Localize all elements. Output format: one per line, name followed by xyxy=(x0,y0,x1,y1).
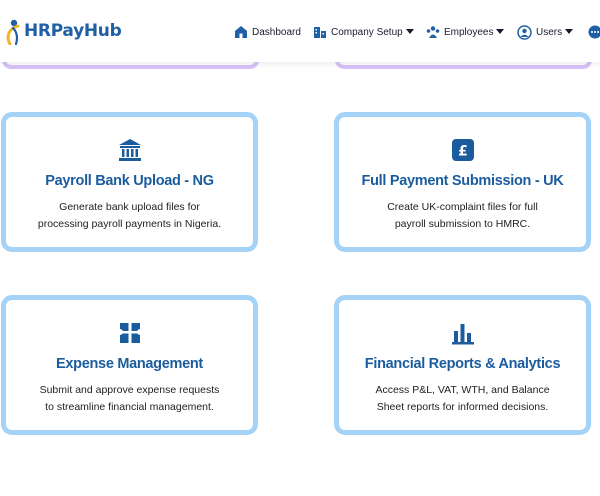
nav-dashboard[interactable]: Dashboard xyxy=(234,22,301,42)
svg-text:£: £ xyxy=(458,144,468,160)
card-payroll-bank-upload[interactable]: Payroll Bank Upload - NG Generate bank u… xyxy=(1,112,258,252)
card-desc-line: processing payroll payments in Nigeria. xyxy=(37,218,222,230)
logo-person-icon xyxy=(4,17,22,46)
card-title: Full Payment Submission - UK xyxy=(361,173,564,189)
card-desc-line: to streamline financial management. xyxy=(45,401,214,413)
card-desc-line: Generate bank upload files for xyxy=(59,201,200,213)
nav-users[interactable]: Users xyxy=(517,22,574,42)
nav-dashboard-label: Dashboard xyxy=(252,26,301,38)
card-title: Payroll Bank Upload - NG xyxy=(45,173,214,189)
bar-chart-icon xyxy=(450,320,476,346)
top-navbar: HRPayHub Dashboard Company Setup Employe… xyxy=(0,0,600,62)
card-expense-management[interactable]: Expense Management Submit and approve ex… xyxy=(1,295,258,435)
chevron-down-icon xyxy=(405,29,414,35)
card-desc-line: Create UK-complaint files for full xyxy=(387,201,538,213)
card-desc-line: payroll submission to HMRC. xyxy=(394,218,531,230)
card-description: Access P&L, VAT, WTH, and Balance Sheet … xyxy=(355,382,570,416)
nav-employees[interactable]: Employees xyxy=(426,22,505,42)
chevron-down-icon xyxy=(496,29,505,35)
card-desc-line: Submit and approve expense requests xyxy=(39,384,220,396)
building-icon xyxy=(313,25,327,39)
brand-name: HRPayHub xyxy=(24,21,122,41)
nav-company-setup[interactable]: Company Setup xyxy=(313,22,414,42)
pound-icon: £ xyxy=(450,137,476,163)
bank-icon xyxy=(117,137,143,163)
brand-logo[interactable]: HRPayHub xyxy=(4,17,122,46)
people-icon xyxy=(426,25,440,39)
home-icon xyxy=(234,25,248,39)
receipt-icon xyxy=(117,320,143,346)
nav-users-label: Users xyxy=(536,26,563,38)
card-financial-reports[interactable]: Financial Reports & Analytics Access P&L… xyxy=(334,295,591,435)
card-desc-line: Sheet reports for informed decisions. xyxy=(376,401,549,413)
card-description: Create UK-complaint files for full payro… xyxy=(355,199,570,233)
card-description: Submit and approve expense requests to s… xyxy=(22,382,237,416)
nav-more[interactable] xyxy=(588,22,600,42)
card-full-payment-submission[interactable]: £ Full Payment Submission - UK Create UK… xyxy=(334,112,591,252)
more-icon xyxy=(588,25,600,39)
card-title: Financial Reports & Analytics xyxy=(364,356,561,372)
card-description: Generate bank upload files for processin… xyxy=(22,199,237,233)
chevron-down-icon xyxy=(565,29,574,35)
user-circle-icon xyxy=(517,24,532,40)
card-desc-line: Access P&L, VAT, WTH, and Balance xyxy=(375,384,550,396)
card-title: Expense Management xyxy=(56,356,203,372)
nav-employees-label: Employees xyxy=(444,26,494,38)
nav-company-setup-label: Company Setup xyxy=(331,26,403,38)
